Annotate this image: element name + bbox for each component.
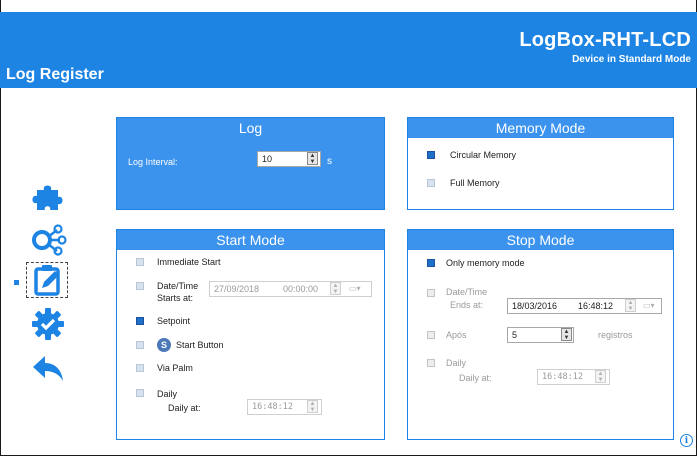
puzzle-icon[interactable] [28, 178, 68, 214]
setpoint-checkbox[interactable] [136, 317, 144, 325]
start-daily-at-label: Daily at: [168, 403, 201, 413]
log-interval-unit: s [327, 156, 332, 167]
log-interval-label: Log Interval: [128, 157, 178, 167]
start-button-checkbox[interactable] [136, 341, 144, 349]
start-starts-at-label: Starts at: [157, 293, 194, 303]
via-palm-checkbox[interactable] [136, 364, 144, 372]
immediate-start-label: Immediate Start [157, 257, 221, 267]
stop-ends-at-label: Ends at: [450, 300, 484, 310]
start-datetime-stepper[interactable]: ▲ ▼ [330, 282, 341, 295]
stop-daily-time-stepper[interactable]: ▲ ▼ [595, 370, 606, 383]
page-title: Log Register [6, 66, 104, 83]
stop-datetime-field[interactable]: 18/03/2016 16:48:12 [507, 298, 662, 314]
memory-mode-panel: Memory Mode [407, 117, 674, 210]
start-date-value: 27/09/2018 [214, 284, 260, 294]
product-name: LogBox-RHT-LCD [519, 29, 691, 51]
share-nodes-icon[interactable] [28, 222, 68, 258]
selected-indicator [14, 280, 19, 285]
apos-stepper[interactable]: ▲ ▼ [561, 328, 572, 341]
registros-label: registros [598, 330, 633, 340]
stop-calendar-dropdown-icon[interactable]: ▭▾ [643, 299, 661, 312]
apos-checkbox[interactable] [427, 331, 435, 339]
start-calendar-dropdown-icon[interactable]: ▭▾ [349, 282, 367, 295]
circular-memory-checkbox[interactable] [427, 151, 435, 159]
stop-daily-at-label: Daily at: [459, 373, 492, 383]
start-time-value: 00:00:00 [283, 284, 319, 294]
via-palm-label: Via Palm [157, 363, 193, 373]
apos-label: Após [446, 330, 467, 340]
full-memory-label: Full Memory [450, 178, 500, 188]
only-memory-checkbox[interactable] [427, 259, 435, 267]
stop-time-value: 16:48:12 [578, 301, 614, 311]
start-daily-label: Daily [157, 389, 178, 399]
stop-date-value: 18/03/2016 [512, 301, 558, 311]
stop-datetime-label: Date/Time [446, 287, 488, 297]
memory-mode-title: Memory Mode [408, 118, 673, 138]
stop-mode-title: Stop Mode [408, 230, 673, 250]
header-bar: LogBox-RHT-LCD Device in Standard Mode L… [0, 12, 697, 88]
start-mode-title: Start Mode [117, 230, 384, 250]
start-datetime-field[interactable]: 27/09/2018 00:00:00 [209, 281, 372, 297]
only-memory-label: Only memory mode [446, 258, 525, 268]
start-button-label: Start Button [176, 340, 224, 350]
start-daily-time-stepper[interactable]: ▲ ▼ [307, 400, 318, 413]
info-icon[interactable]: i [680, 434, 693, 447]
start-datetime-label: Date/Time [157, 281, 199, 291]
stop-datetime-stepper[interactable]: ▲ ▼ [625, 299, 636, 312]
settings-check-icon[interactable] [28, 306, 68, 342]
start-daily-checkbox[interactable] [136, 389, 144, 397]
start-datetime-checkbox[interactable] [136, 282, 144, 290]
log-interval-stepper[interactable]: ▲ ▼ [307, 152, 318, 165]
log-panel-title: Log [238, 120, 263, 136]
device-mode-label: Device in Standard Mode [572, 54, 691, 65]
start-button-badge-icon: S [157, 338, 171, 352]
immediate-start-checkbox[interactable] [136, 258, 144, 266]
setpoint-label: Setpoint [157, 316, 191, 326]
stop-daily-checkbox[interactable] [427, 359, 435, 367]
circular-memory-label: Circular Memory [450, 150, 517, 160]
edit-register-icon[interactable] [28, 262, 68, 298]
full-memory-checkbox[interactable] [427, 179, 435, 187]
stop-daily-label: Daily [446, 358, 467, 368]
back-arrow-icon[interactable] [28, 350, 68, 386]
stop-datetime-checkbox[interactable] [427, 289, 435, 297]
